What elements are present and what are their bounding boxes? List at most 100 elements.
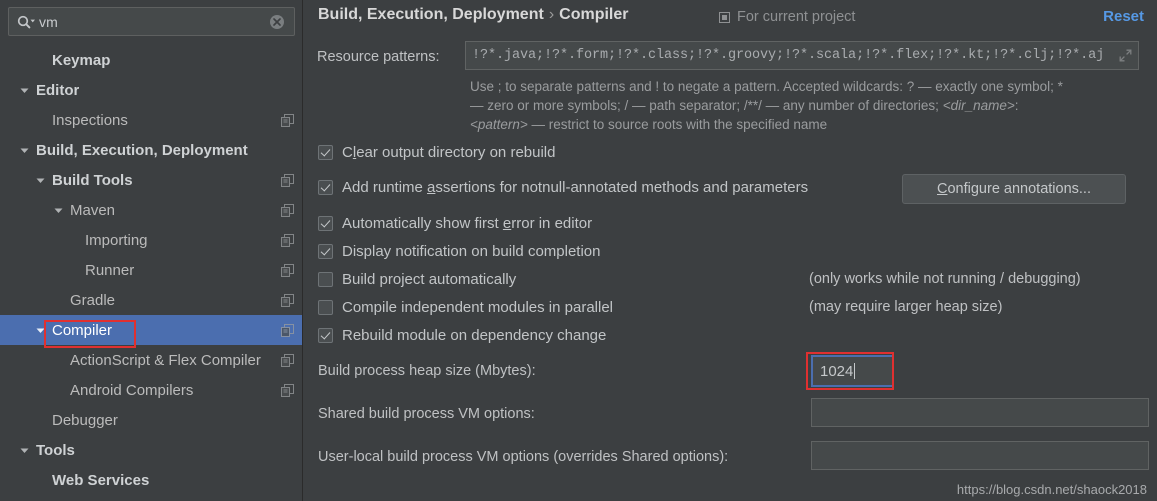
side-note: (may require larger heap size): [809, 299, 1003, 315]
chevron-down-icon[interactable]: [18, 444, 31, 457]
copy-settings-icon[interactable]: [281, 233, 294, 247]
checkbox-label: Rebuild module on dependency change: [342, 327, 606, 344]
shared-vm-options-input[interactable]: [811, 398, 1149, 427]
checkbox-label: Automatically show first error in editor: [342, 215, 592, 232]
sidebar-item-editor[interactable]: Editor: [0, 75, 302, 105]
breadcrumb-root[interactable]: Build, Execution, Deployment: [318, 6, 544, 23]
sidebar-item-debugger[interactable]: Debugger: [0, 405, 302, 435]
copy-settings-icon[interactable]: [281, 263, 294, 277]
text-caret: [854, 363, 856, 379]
checkbox-label: Build project automatically: [342, 271, 516, 288]
sidebar-item-label: Compiler: [52, 321, 113, 339]
sidebar-item-compiler[interactable]: Compiler: [0, 315, 302, 345]
chevron-down-icon[interactable]: [18, 144, 31, 157]
breadcrumb-separator: ›: [548, 6, 555, 23]
checkbox-box[interactable]: [318, 145, 333, 160]
build-heap-size-label: Build process heap size (Mbytes):: [318, 363, 536, 379]
checkbox-rebuild-module-on-dependency-change[interactable]: Rebuild module on dependency change: [318, 327, 606, 344]
configure-annotations-button[interactable]: Configure annotations...: [902, 174, 1126, 204]
sidebar-item-label: ActionScript & Flex Compiler: [70, 351, 261, 369]
settings-search-box[interactable]: vm: [8, 7, 295, 36]
expand-icon[interactable]: [1119, 49, 1132, 62]
sidebar-item-inspections[interactable]: Inspections: [0, 105, 302, 135]
checkbox-add-runtime-assertions-for-notnull-annot[interactable]: Add runtime assertions for notnull-annot…: [318, 179, 808, 196]
resource-patterns-input[interactable]: !?*.java;!?*.form;!?*.class;!?*.groovy;!…: [466, 48, 1119, 63]
checkbox-label-post: ssertions for notnull-annotated methods …: [435, 179, 809, 196]
compiler-settings-pane: Build, Execution, Deployment › Compiler Fo…: [304, 0, 1157, 501]
checkbox-label-pre: Build project automatically: [342, 271, 517, 288]
sidebar-item-runner[interactable]: Runner: [0, 255, 302, 285]
copy-settings-icon[interactable]: [281, 353, 294, 367]
checkbox-box[interactable]: [318, 300, 333, 315]
checkbox-label-pre: Rebuild module on dependency change: [342, 327, 607, 344]
sidebar-item-tools[interactable]: Tools: [0, 435, 302, 465]
sidebar-item-build-execution-deployment[interactable]: Build, Execution, Deployment: [0, 135, 302, 165]
checkbox-box[interactable]: [318, 216, 333, 231]
sidebar-item-label: Android Compilers: [70, 381, 194, 399]
sidebar-item-label: Keymap: [52, 51, 111, 69]
checkbox-label-post: ear output directory on rebuild: [356, 144, 556, 161]
hint-line-3: <pattern> — restrict to source roots wit…: [470, 115, 1146, 134]
checkbox-box[interactable]: [318, 272, 333, 287]
resource-patterns-label: Resource patterns:: [317, 49, 440, 65]
checkbox-label: Compile independent modules in parallel: [342, 299, 613, 316]
sidebar-item-android-compilers[interactable]: Android Compilers: [0, 375, 302, 405]
hint-pattern: <pattern>: [470, 117, 528, 132]
clear-icon[interactable]: [269, 14, 285, 30]
checkbox-box[interactable]: [318, 328, 333, 343]
configure-annotations-rest: onfigure annotations...: [947, 181, 1091, 197]
search-input[interactable]: vm: [39, 14, 269, 30]
reset-link[interactable]: Reset: [1103, 8, 1144, 25]
checkbox-build-project-automatically[interactable]: Build project automatically: [318, 271, 516, 288]
sidebar-item-build-tools[interactable]: Build Tools: [0, 165, 302, 195]
chevron-down-icon[interactable]: [52, 204, 65, 217]
checkbox-clear-output-directory-on-rebuild[interactable]: Clear output directory on rebuild: [318, 144, 555, 161]
sidebar-item-label: Build, Execution, Deployment: [36, 141, 248, 159]
sidebar-item-importing[interactable]: Importing: [0, 225, 302, 255]
checkbox-automatically-show-first-error-in-editor[interactable]: Automatically show first error in editor: [318, 215, 592, 232]
watermark: https://blog.csdn.net/shaock2018: [956, 482, 1147, 497]
copy-settings-icon[interactable]: [281, 383, 294, 397]
copy-settings-icon[interactable]: [281, 293, 294, 307]
sidebar-item-actionscript-flex-compiler[interactable]: ActionScript & Flex Compiler: [0, 345, 302, 375]
chevron-down-icon[interactable]: [34, 174, 47, 187]
checkbox-box[interactable]: [318, 244, 333, 259]
resource-patterns-field[interactable]: !?*.java;!?*.form;!?*.class;!?*.groovy;!…: [465, 41, 1139, 70]
sidebar-item-maven[interactable]: Maven: [0, 195, 302, 225]
scope-indicator: For current project: [719, 9, 855, 25]
sidebar-item-label: Maven: [70, 201, 116, 219]
build-heap-size-input[interactable]: 1024: [811, 355, 894, 387]
user-local-vm-options-input[interactable]: [811, 441, 1149, 470]
checkbox-compile-independent-modules-in-parallel[interactable]: Compile independent modules in parallel: [318, 299, 613, 316]
checkbox-box[interactable]: [318, 180, 333, 195]
shared-vm-options-label: Shared build process VM options:: [318, 406, 535, 422]
checkbox-display-notification-on-build-completion[interactable]: Display notification on build completion: [318, 243, 600, 260]
sidebar-item-label: Build Tools: [52, 171, 133, 189]
copy-settings-icon[interactable]: [281, 113, 294, 127]
sidebar-item-keymap[interactable]: Keymap: [0, 45, 302, 75]
hint-line-2: — zero or more symbols; / — path separat…: [470, 96, 1146, 115]
project-scope-icon: [719, 11, 732, 24]
copy-settings-icon[interactable]: [281, 173, 294, 187]
sidebar-item-label: Web Services: [52, 471, 150, 489]
sidebar-item-web-services[interactable]: Web Services: [0, 465, 302, 495]
settings-dialog: vm Keymap Editor Inspections Build, Executi…: [0, 0, 1157, 501]
settings-tree: Keymap Editor Inspections Build, Execution,…: [0, 45, 302, 495]
sidebar-item-gradle[interactable]: Gradle: [0, 285, 302, 315]
hint-line-2-a: — zero or more symbols; / — path separat…: [470, 98, 943, 113]
checkbox-label-post: rror in editor: [511, 215, 593, 232]
breadcrumb: Build, Execution, Deployment › Compiler: [318, 6, 628, 24]
checkbox-label-pre: Display notification on build completion: [342, 243, 601, 260]
chevron-down-icon[interactable]: [34, 324, 47, 337]
copy-settings-icon[interactable]: [281, 323, 294, 337]
chevron-down-icon[interactable]: [18, 84, 31, 97]
checkbox-label: Display notification on build completion: [342, 243, 600, 260]
search-icon: [17, 14, 37, 30]
checkbox-label-pre: Add runtime: [342, 179, 428, 196]
checkbox-label: Clear output directory on rebuild: [342, 144, 555, 161]
user-local-vm-options-label: User-local build process VM options (ove…: [318, 449, 729, 465]
copy-settings-icon[interactable]: [281, 203, 294, 217]
resource-patterns-hint: Use ; to separate patterns and ! to nega…: [470, 77, 1146, 134]
sidebar-item-label: Gradle: [70, 291, 116, 309]
sidebar-item-label: Editor: [36, 81, 80, 99]
